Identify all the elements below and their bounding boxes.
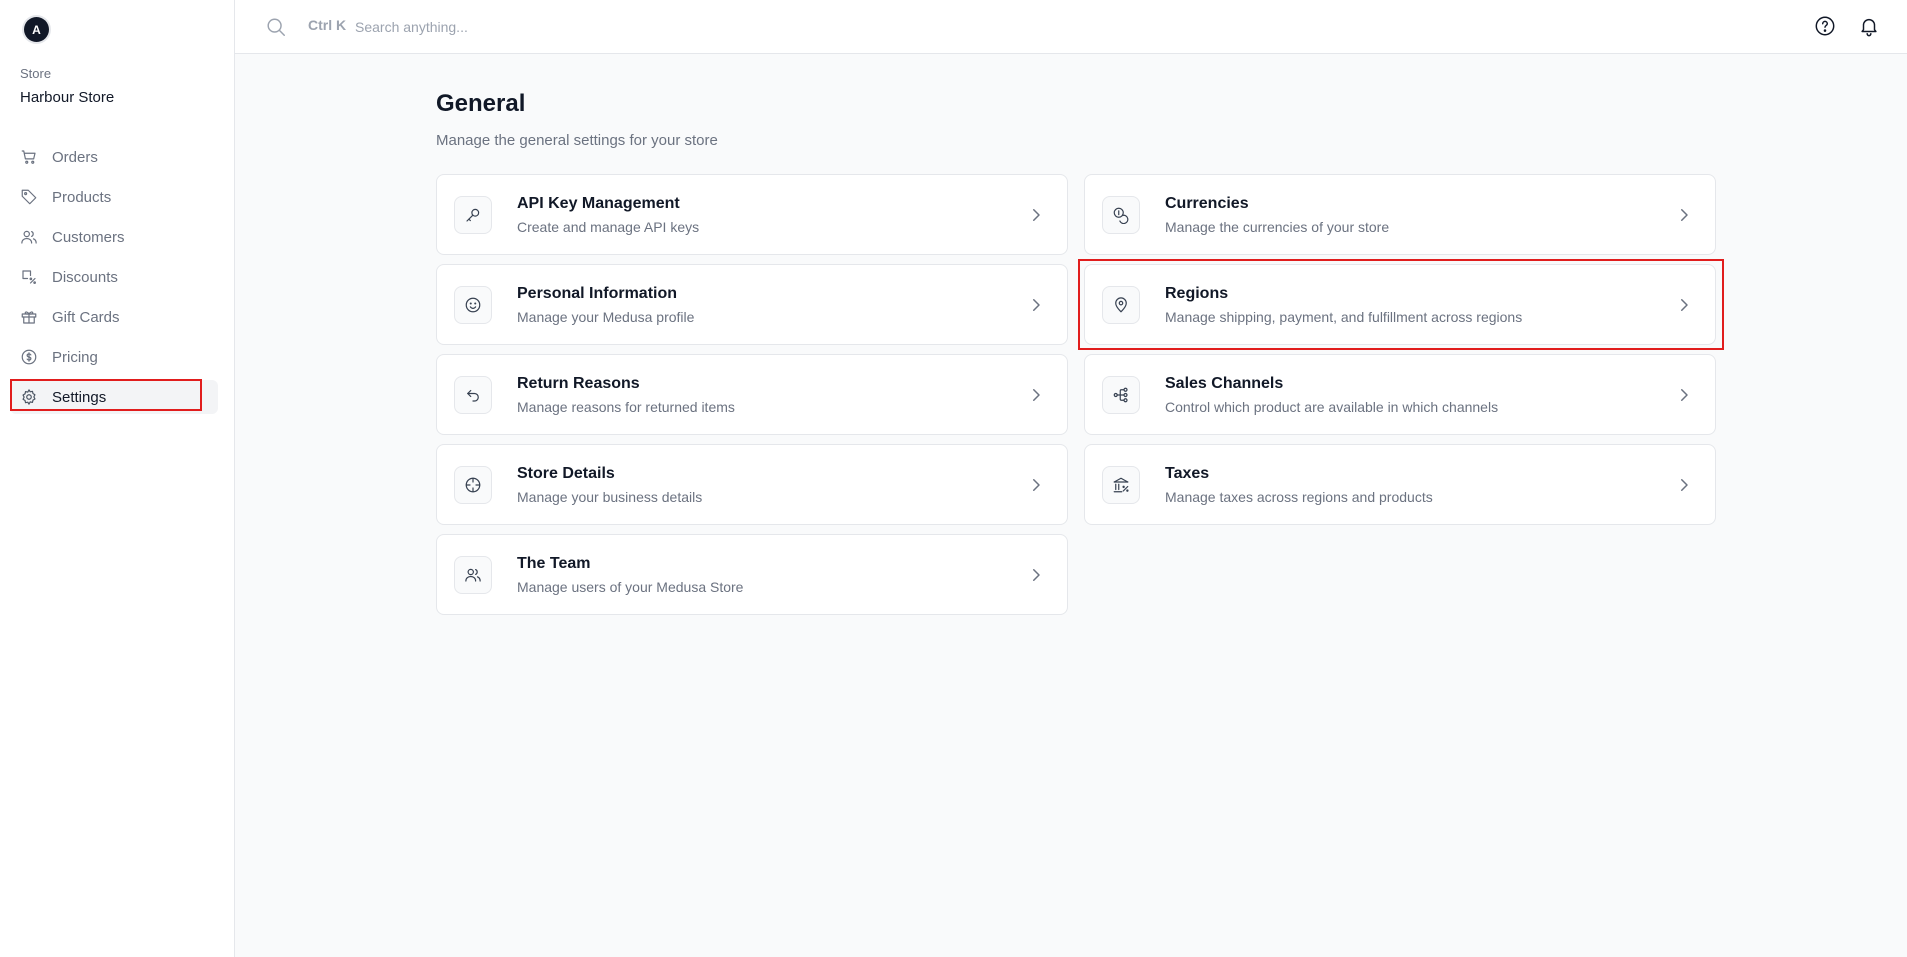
help-icon[interactable] — [1814, 15, 1836, 37]
page-title: General — [436, 90, 526, 117]
card-description: Manage your Medusa profile — [517, 308, 695, 325]
chevron-right-icon — [1027, 476, 1045, 494]
card-title: Sales Channels — [1165, 374, 1284, 392]
sidebar-item-settings[interactable]: Settings — [10, 379, 218, 414]
bell-icon[interactable] — [1858, 15, 1880, 37]
gift-icon — [20, 308, 38, 326]
settings-card-return-reasons[interactable]: Return Reasons Manage reasons for return… — [436, 354, 1068, 435]
topbar: Ctrl K — [235, 0, 1907, 54]
sidebar-item-customers[interactable]: Customers — [10, 220, 218, 254]
settings-card-regions[interactable]: Regions Manage shipping, payment, and fu… — [1078, 259, 1724, 350]
avatar[interactable]: A — [24, 17, 49, 42]
sidebar-item-gift-cards[interactable]: Gift Cards — [10, 300, 218, 334]
discount-icon — [20, 268, 38, 286]
gear-icon — [20, 388, 38, 406]
settings-card-sales-channels[interactable]: Sales Channels Control which product are… — [1084, 354, 1716, 435]
chevron-right-icon — [1027, 206, 1045, 224]
key-icon — [454, 195, 492, 234]
settings-grid: API Key Management Create and manage API… — [436, 174, 1724, 615]
coins-icon — [1102, 195, 1140, 234]
users-icon — [20, 228, 38, 246]
sidebar: A Store Harbour Store Orders Products Cu… — [0, 0, 235, 957]
card-title: Personal Information — [517, 284, 678, 302]
crosshair-icon — [454, 465, 492, 504]
sidebar-nav: Orders Products Customers Discounts Gift… — [10, 140, 218, 420]
settings-card-team[interactable]: The Team Manage users of your Medusa Sto… — [436, 534, 1068, 615]
card-title: The Team — [517, 554, 591, 572]
team-icon — [454, 555, 492, 594]
chevron-right-icon — [1027, 386, 1045, 404]
chevron-right-icon — [1027, 296, 1045, 314]
chevron-right-icon — [1027, 566, 1045, 584]
settings-card-api-keys[interactable]: API Key Management Create and manage API… — [436, 174, 1068, 255]
page-subtitle: Manage the general settings for your sto… — [436, 132, 718, 149]
sidebar-item-label: Customers — [52, 228, 125, 246]
sidebar-item-orders[interactable]: Orders — [10, 140, 218, 174]
sidebar-item-label: Products — [52, 188, 112, 206]
card-title: API Key Management — [517, 194, 680, 212]
settings-card-store-details[interactable]: Store Details Manage your business detai… — [436, 444, 1068, 525]
sidebar-item-products[interactable]: Products — [10, 180, 218, 214]
sidebar-item-label: Gift Cards — [52, 308, 120, 326]
search-icon[interactable] — [265, 16, 287, 38]
cart-icon — [20, 148, 38, 166]
sidebar-item-pricing[interactable]: Pricing — [10, 340, 218, 374]
card-title: Taxes — [1165, 464, 1210, 482]
card-description: Create and manage API keys — [517, 218, 700, 235]
settings-card-personal-information[interactable]: Personal Information Manage your Medusa … — [436, 264, 1068, 345]
map-pin-icon — [1102, 285, 1140, 324]
smiley-icon — [454, 285, 492, 324]
dollar-icon — [20, 348, 38, 366]
card-title: Currencies — [1165, 194, 1249, 212]
tag-icon — [20, 188, 38, 206]
card-description: Manage taxes across regions and products — [1165, 488, 1433, 505]
card-title: Regions — [1165, 284, 1229, 302]
card-description: Manage shipping, payment, and fulfillmen… — [1165, 308, 1523, 325]
sidebar-item-discounts[interactable]: Discounts — [10, 260, 218, 294]
search-shortcut-hint: Ctrl K — [308, 17, 347, 33]
card-description: Manage your business details — [517, 488, 703, 505]
return-arrow-icon — [454, 375, 492, 414]
main-content: General Manage the general settings for … — [436, 88, 1724, 615]
card-title: Return Reasons — [517, 374, 640, 392]
settings-card-taxes[interactable]: Taxes Manage taxes across regions and pr… — [1084, 444, 1716, 525]
store-label: Store — [20, 66, 52, 81]
chevron-right-icon — [1675, 386, 1693, 404]
card-title: Store Details — [517, 464, 615, 482]
search-input[interactable] — [353, 13, 757, 41]
sidebar-item-label: Orders — [52, 148, 98, 166]
sidebar-item-label: Discounts — [52, 268, 118, 286]
bank-tax-icon — [1102, 465, 1140, 504]
settings-card-currencies[interactable]: Currencies Manage the currencies of your… — [1084, 174, 1716, 255]
card-description: Manage users of your Medusa Store — [517, 578, 744, 595]
chevron-right-icon — [1675, 476, 1693, 494]
store-name: Harbour Store — [20, 89, 115, 106]
card-description: Manage the currencies of your store — [1165, 218, 1390, 235]
channels-icon — [1102, 375, 1140, 414]
card-description: Manage reasons for returned items — [517, 398, 735, 415]
sidebar-item-label: Pricing — [52, 348, 98, 366]
card-description: Control which product are available in w… — [1165, 398, 1499, 415]
chevron-right-icon — [1675, 296, 1693, 314]
sidebar-item-label: Settings — [52, 388, 107, 406]
chevron-right-icon — [1675, 206, 1693, 224]
